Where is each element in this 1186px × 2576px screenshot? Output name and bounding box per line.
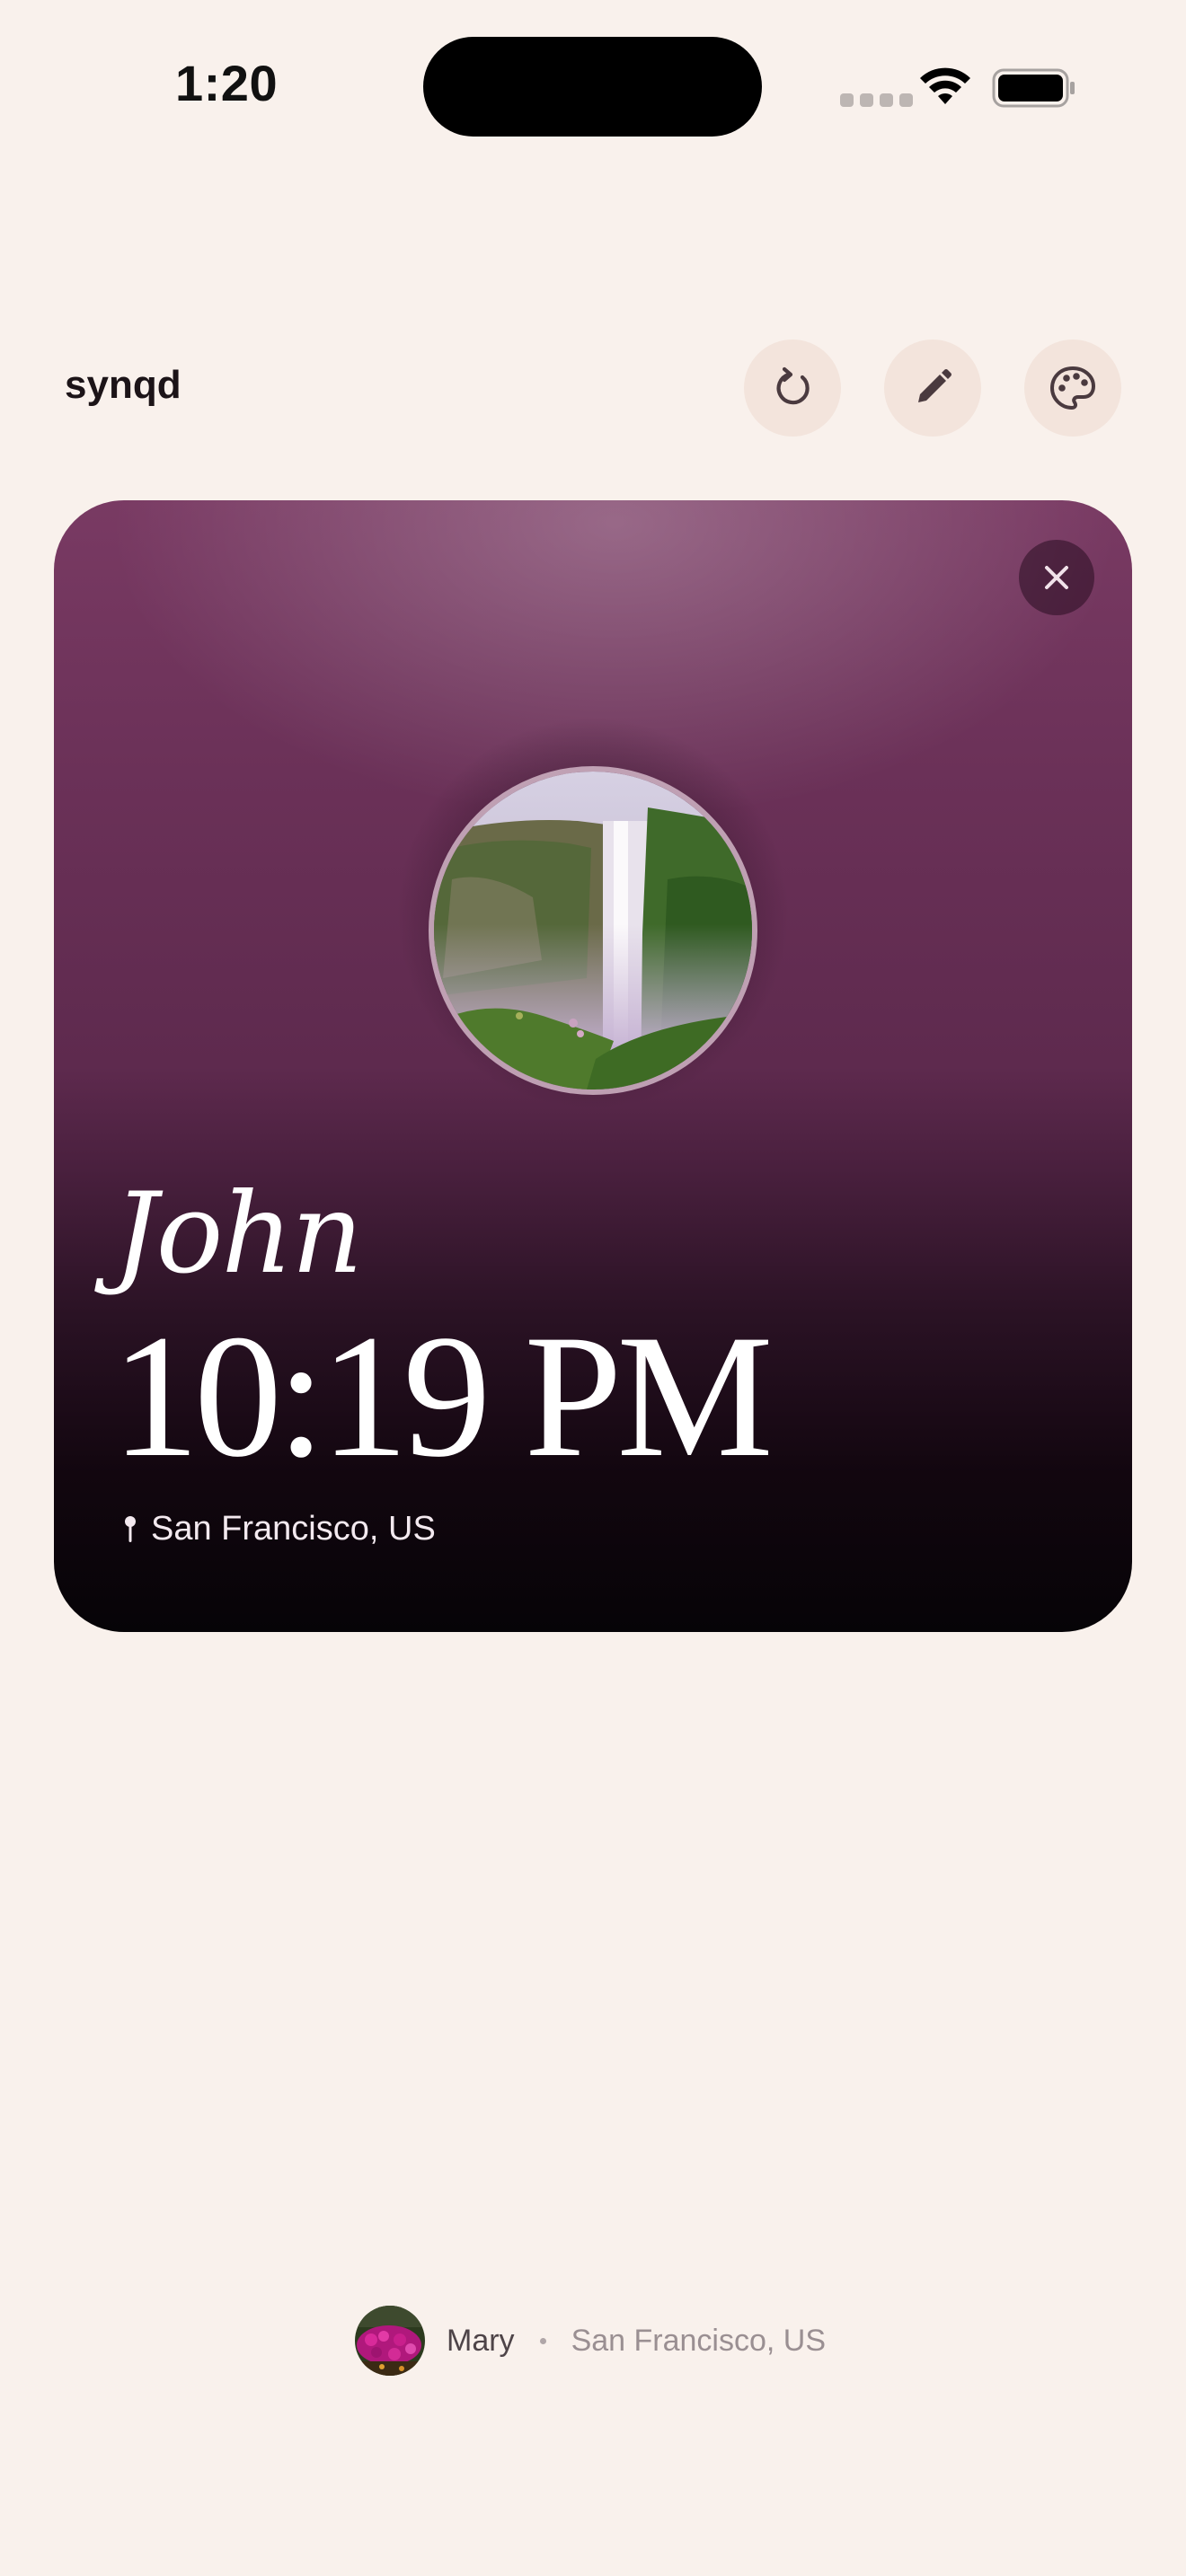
- app-title: synqd: [65, 363, 181, 407]
- battery-icon: [992, 68, 1075, 108]
- edit-button[interactable]: [884, 340, 981, 437]
- dynamic-island: [423, 37, 762, 137]
- close-icon: [1045, 566, 1068, 589]
- theme-button[interactable]: [1024, 340, 1121, 437]
- wifi-icon: [920, 67, 970, 104]
- friend-name: John: [113, 1169, 363, 1299]
- current-user-avatar: [355, 2306, 425, 2376]
- waterfall-photo: [434, 772, 752, 1090]
- flowers-photo: [355, 2306, 425, 2376]
- close-button[interactable]: [1019, 540, 1094, 615]
- current-user-name: Mary: [447, 2323, 515, 2358]
- separator-dot: [539, 2337, 546, 2344]
- refresh-button[interactable]: [744, 340, 841, 437]
- pencil-icon: [918, 369, 951, 402]
- refresh-icon: [776, 366, 810, 405]
- friend-location-row: San Francisco, US: [122, 1510, 436, 1548]
- friend-avatar: [429, 766, 757, 1095]
- current-user-row[interactable]: Mary San Francisco, US: [355, 2305, 826, 2377]
- signal-dots-icon: [840, 93, 913, 107]
- friend-card[interactable]: John 10:19 PM San Francisco, US: [54, 500, 1132, 1632]
- palette-icon: [1049, 366, 1096, 410]
- pin-icon: [125, 1515, 136, 1542]
- friend-local-time: 10:19 PM: [111, 1299, 774, 1494]
- status-time: 1:20: [175, 55, 279, 111]
- current-user-location: San Francisco, US: [571, 2323, 827, 2358]
- friend-location: San Francisco, US: [151, 1510, 436, 1548]
